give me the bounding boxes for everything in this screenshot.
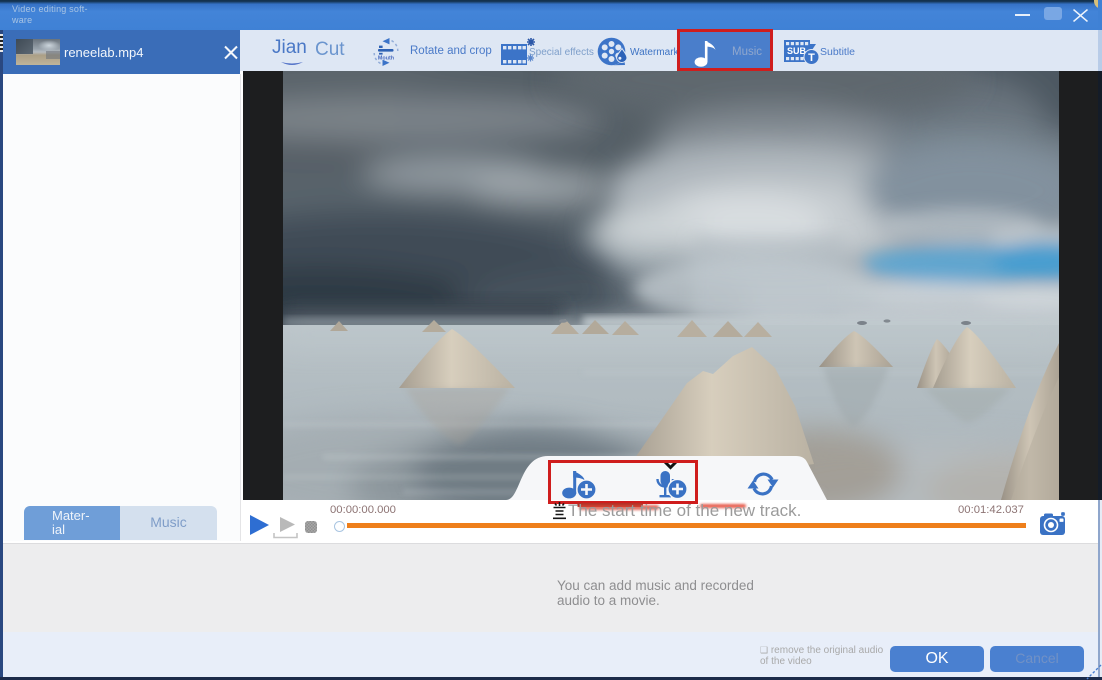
svg-text:SUB: SUB — [787, 46, 807, 56]
svg-text:Mouth: Mouth — [378, 56, 394, 62]
svg-text:T: T — [808, 52, 815, 64]
